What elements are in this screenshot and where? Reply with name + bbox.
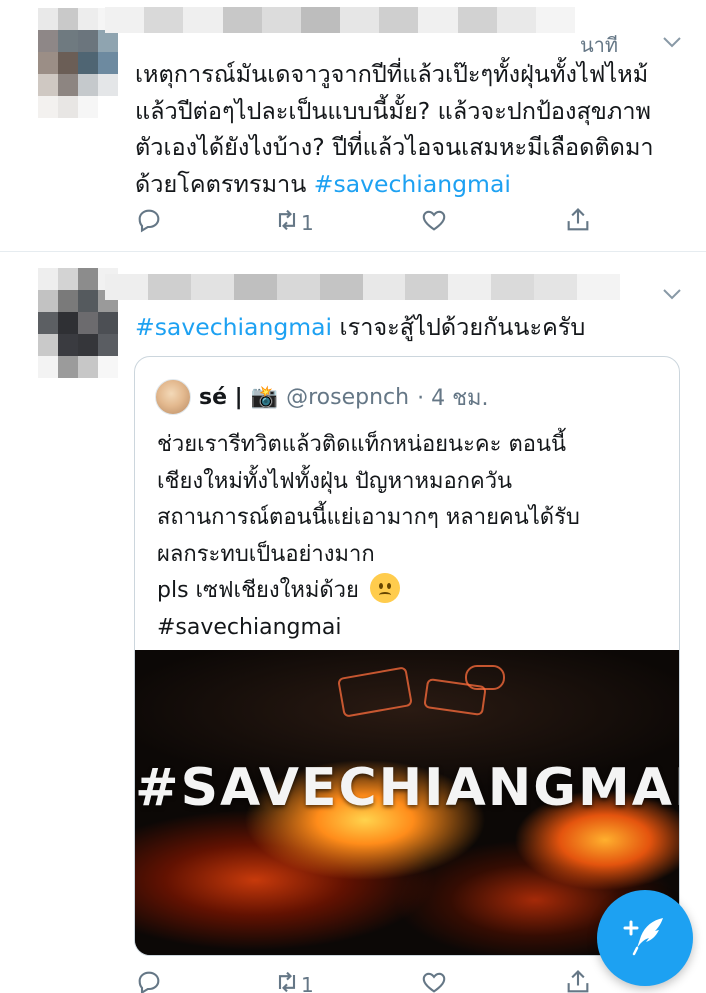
tweet-text: #savechiangmai เราจะสู้ไปด้วยกันนะครับ [135,309,585,346]
heart-icon [420,968,448,993]
tweet[interactable]: นาที เหตุการณ์มันเดจาวูจากปีที่แล้วเป๊ะๆ… [0,0,706,252]
retweet-button[interactable]: 1 [273,968,314,993]
share-button[interactable] [564,206,592,239]
share-icon [564,206,592,239]
tweet-text: เหตุการณ์มันเดจาวูจากปีที่แล้วเป๊ะๆทั้งฝ… [135,56,654,202]
quoted-tweet-time: · 4 ชม. [417,385,489,411]
quoted-author-name[interactable]: sé | [199,385,243,410]
like-button[interactable] [420,206,448,239]
camera-emoji-icon: 📸 [250,384,279,410]
share-button[interactable] [564,968,592,993]
avatar[interactable] [155,379,191,415]
reply-button[interactable] [135,206,163,239]
retweet-count: 1 [301,210,314,235]
retweet-count: 1 [301,972,314,993]
city-lights-road [465,665,505,690]
tweet-text-line: เหตุการณ์มันเดจาวูจากปีที่แล้วเป๊ะๆทั้งฝ… [135,60,649,88]
reply-button[interactable] [135,968,163,993]
quoted-text-line: pls เซฟเชียงใหม่ด้วย [157,578,359,603]
tweet-text-line: ตัวเองได้ยังไงบ้าง? ปีที่แล้วไอจนเสมหะมี… [135,133,654,161]
chevron-down-icon[interactable] [662,32,682,53]
quoted-tweet-text: ช่วยเรารีทวิตแล้วติดแท็กหน่อยนะคะ ตอนนี้… [157,427,580,646]
city-lights-road [337,666,413,718]
wildfire-photo[interactable]: #SAVECHIANGMAI [135,650,680,955]
compose-tweet-icon [617,908,673,968]
heart-icon [420,206,448,239]
tweet-text-line: แล้วปีต่อๆไปละเป็นแบบนี้มั้ย? แล้วจะปกป้… [135,96,652,125]
quoted-text-line: เชียงใหม่ทั้งไฟทั้งฝุ่น ปัญหาหมอกควัน [157,468,513,494]
quoted-author-handle[interactable]: @rosepnch [286,385,409,410]
retweet-icon [273,968,301,993]
quoted-text-line: สถานการณ์ตอนนี้แย่เอามากๆ หลายคนได้รับ [157,505,580,530]
tweet-actions: 1 [135,968,605,993]
hashtag-link[interactable]: #savechiangmai [314,170,511,198]
like-button[interactable] [420,968,448,993]
quoted-tweet[interactable]: sé | 📸 @rosepnch · 4 ชม. ช่วยเรารีทวิตแล… [134,356,680,956]
tweet-text-line: ด้วยโคตรทรมาน [135,169,314,198]
quoted-hashtag: #savechiangmai [157,614,342,640]
quoted-text-line: ผลกระทบเป็นอย่างมาก [157,541,375,567]
tweet[interactable]: #savechiangmai เราจะสู้ไปด้วยกันนะครับ s… [0,256,706,993]
quoted-tweet-header: sé | 📸 @rosepnch · 4 ชม. [155,379,489,415]
tweet-actions: 1 [135,206,605,242]
chevron-down-icon[interactable] [662,284,682,305]
compose-tweet-button[interactable] [597,890,693,986]
quoted-text-line: ช่วยเรารีทวิตแล้วติดแท็กหน่อยนะคะ ตอนนี้ [157,432,567,457]
hashtag-link[interactable]: #savechiangmai [135,313,332,341]
confused-face-emoji-icon [369,573,400,603]
author-header-blurred[interactable] [105,274,621,300]
image-overlay-text: #SAVECHIANGMAI [135,758,680,818]
retweet-icon [273,206,301,239]
tweet-text-body: เราจะสู้ไปด้วยกันนะครับ [332,313,586,341]
reply-icon [135,968,163,993]
reply-icon [135,206,163,239]
retweet-button[interactable]: 1 [273,206,314,239]
share-icon [564,968,592,993]
author-header-blurred[interactable] [105,7,576,33]
